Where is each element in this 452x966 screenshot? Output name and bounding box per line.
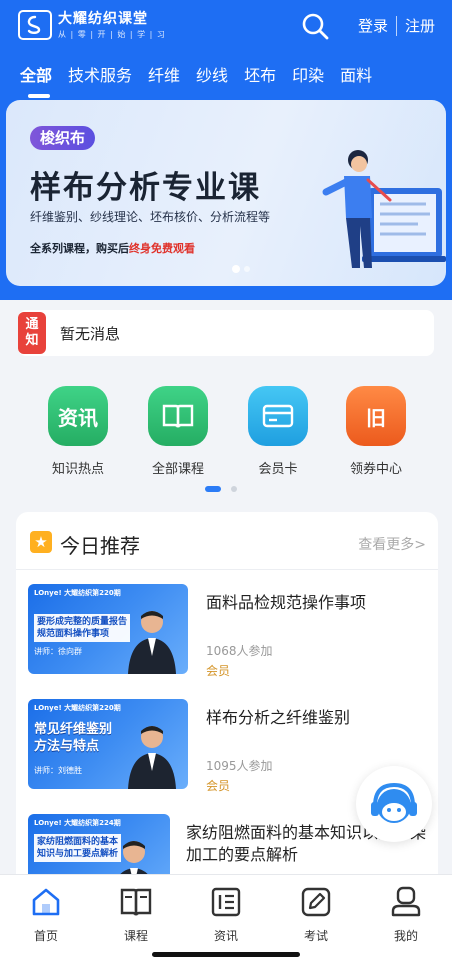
course-participants: 1095人参加 [206, 759, 273, 773]
banner-indicator-active [232, 265, 240, 273]
notice-tag: 通 知 [18, 312, 46, 354]
member-badge: 会员 [206, 664, 231, 678]
quick-menu-pager [205, 486, 237, 492]
customer-service-button[interactable] [356, 766, 432, 842]
tabbar-info[interactable]: 资讯 [196, 885, 256, 944]
tab-tech-service[interactable]: 技术服务 [60, 62, 140, 92]
banner-description: 纤维鉴别、纱线理论、坯布核价、分析流程等 [30, 210, 271, 224]
pager-dot-active [205, 486, 221, 492]
tabbar-label: 我的 [393, 929, 418, 943]
teacher-illustration [322, 150, 446, 268]
tab-fabric[interactable]: 面料 [332, 62, 380, 92]
notice-bar[interactable]: 通 知 暂无消息 [18, 310, 434, 356]
banner-indicator [244, 266, 250, 272]
search-icon[interactable] [300, 11, 330, 41]
view-more-link[interactable]: 查看更多> [358, 534, 426, 554]
pager-dot[interactable] [231, 486, 237, 492]
info-icon [211, 887, 241, 917]
recommend-header: ★ 今日推荐 查看更多> [16, 512, 438, 570]
home-icon [32, 888, 60, 916]
home-indicator [152, 952, 300, 957]
brand-logo[interactable]: 大耀纺织课堂 从 | 零 | 开 | 始 | 学 | 习 [18, 10, 166, 40]
login-link[interactable]: 登录 [358, 15, 388, 36]
quick-label: 知识热点 [51, 462, 104, 477]
tab-dyeing[interactable]: 印染 [284, 62, 332, 92]
quick-label: 全部课程 [151, 462, 204, 477]
course-title: 面料品检规范操作事项 [206, 593, 367, 612]
tabbar-courses[interactable]: 课程 [106, 885, 166, 944]
top-bar: 大耀纺织课堂 从 | 零 | 开 | 始 | 学 | 习 登录 注册 [0, 0, 452, 54]
quick-item-courses[interactable]: 全部课程 [138, 386, 218, 477]
quick-label: 领券中心 [349, 462, 402, 477]
tab-all[interactable]: 全部 [0, 62, 60, 98]
news-icon: 资讯 [48, 386, 108, 446]
tab-fiber[interactable]: 纤维 [140, 62, 188, 92]
course-book-icon [120, 888, 152, 916]
tabbar-label: 资讯 [213, 929, 238, 943]
tabbar-exam[interactable]: 考试 [286, 885, 346, 944]
book-icon [148, 386, 208, 446]
tabbar-profile[interactable]: 我的 [376, 885, 436, 944]
notice-text: 暂无消息 [60, 324, 121, 343]
lecturer-photo [128, 726, 176, 789]
card-icon [248, 386, 308, 446]
headset-icon [371, 782, 417, 823]
course-title: 样布分析之纤维鉴别 [206, 708, 351, 727]
course-item[interactable]: LOnye! 大耀纺织第220期 要形成完整的质量报告 规范面料操作事项 讲师：… [28, 584, 428, 678]
tabbar-home[interactable]: 首页 [16, 885, 76, 944]
banner-note: 全系列课程，购买后终身免费观看 [30, 242, 195, 255]
thumbnail-caption: 常见纤维鉴别 方法与特点 [34, 722, 113, 754]
course-thumbnail: LOnye! 大耀纺织第220期 要形成完整的质量报告 规范面料操作事项 讲师：… [28, 584, 188, 674]
member-badge: 会员 [206, 779, 231, 793]
category-tabs: 全部 技术服务 纤维 纱线 坯布 印染 面料 [0, 62, 452, 98]
tabbar-label: 课程 [123, 929, 148, 943]
tab-greige[interactable]: 坯布 [236, 62, 284, 92]
divider [396, 15, 398, 36]
banner-note-highlight: 终身免费观看 [129, 242, 195, 255]
profile-icon [391, 886, 421, 917]
register-link[interactable]: 注册 [405, 15, 435, 36]
banner-title: 样布分析专业课 [30, 170, 261, 206]
auth-links: 登录 注册 [358, 15, 435, 36]
tabbar-label: 首页 [33, 929, 58, 943]
brand-subtitle: 从 | 零 | 开 | 始 | 学 | 习 [58, 29, 166, 39]
coupon-icon: 旧 [346, 386, 406, 446]
recommend-title: 今日推荐 [60, 534, 140, 558]
course-participants: 1068人参加 [206, 644, 273, 658]
lecturer-photo [128, 611, 176, 674]
quick-item-member-card[interactable]: 会员卡 [238, 386, 318, 477]
brand-title: 大耀纺织课堂 [58, 10, 148, 27]
logo-mark-icon [18, 10, 52, 40]
tabbar-label: 考试 [303, 929, 328, 943]
tab-yarn[interactable]: 纱线 [188, 62, 236, 92]
quick-item-coupons[interactable]: 旧 领券中心 [336, 386, 416, 477]
course-thumbnail: LOnye! 大耀纺织第220期 常见纤维鉴别 方法与特点 讲师：刘德胜 [28, 699, 188, 789]
thumbnail-caption: 要形成完整的质量报告 规范面料操作事项 [34, 614, 131, 642]
banner-badge: 梭织布 [30, 126, 96, 150]
star-icon: ★ [30, 531, 52, 553]
quick-label: 会员卡 [258, 462, 298, 477]
quick-item-news[interactable]: 资讯 知识热点 [38, 386, 118, 477]
promo-banner[interactable]: 梭织布 样布分析专业课 纤维鉴别、纱线理论、坯布核价、分析流程等 全系列课程，购… [6, 100, 446, 286]
quick-menu: 资讯 知识热点 全部课程 会员卡 旧 领券中心 [0, 386, 452, 486]
exam-icon [301, 887, 331, 917]
